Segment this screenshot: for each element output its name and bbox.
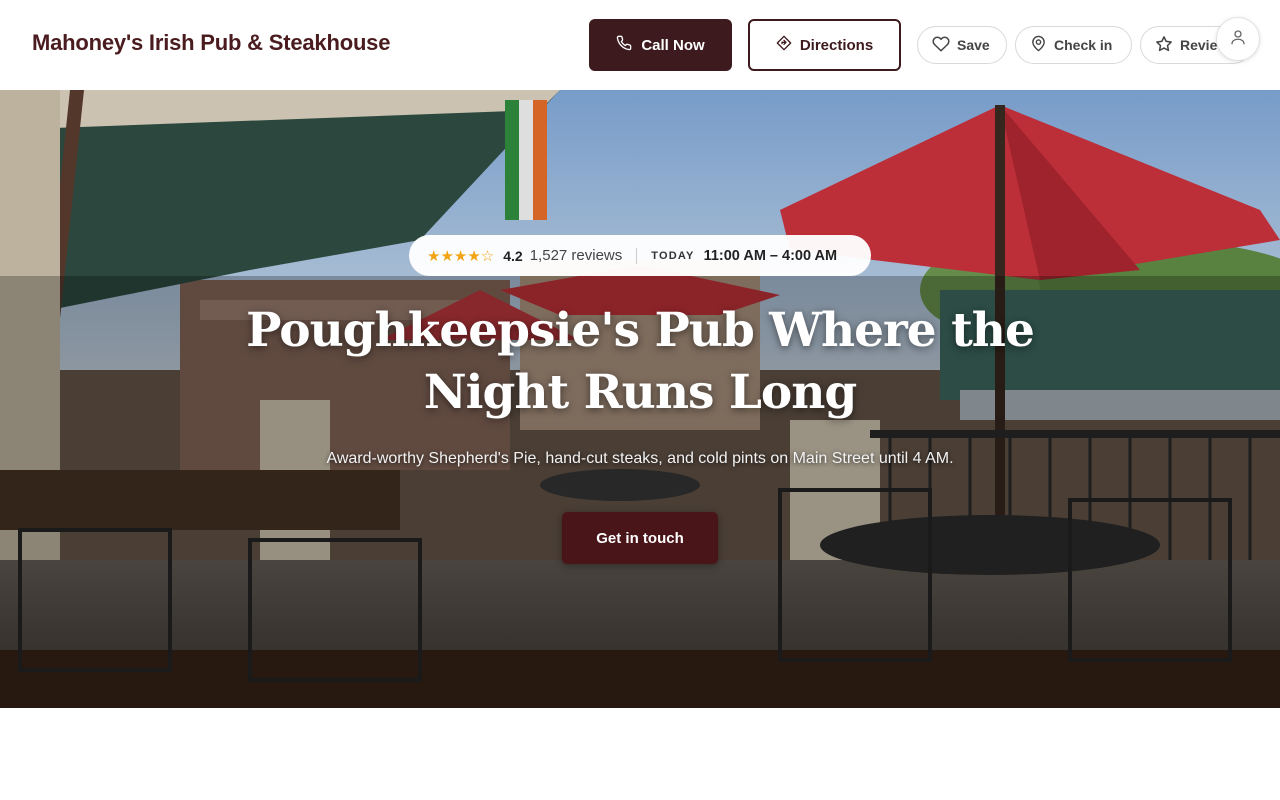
call-now-label: Call Now: [641, 36, 705, 54]
call-now-button[interactable]: Call Now: [589, 19, 732, 71]
get-in-touch-button[interactable]: Get in touch: [562, 512, 718, 564]
divider: [636, 247, 638, 264]
review-count[interactable]: 1,527 reviews: [530, 247, 623, 264]
rating-value: 4.2: [503, 247, 523, 264]
location-pin-icon: [1030, 35, 1047, 55]
hero-subtitle: Award-worthy Shepherd's Pie, hand-cut st…: [326, 450, 954, 467]
brand-name[interactable]: Mahoney's Irish Pub & Steakhouse: [32, 30, 390, 56]
hero-section: ★★★★☆ 4.2 1,527 reviews TODAY 11:00 AM –…: [0, 90, 1280, 708]
save-label: Save: [957, 37, 990, 53]
check-in-button[interactable]: Check in: [1015, 26, 1132, 64]
today-label: TODAY: [651, 249, 695, 262]
save-button[interactable]: Save: [917, 26, 1007, 64]
heart-icon: [932, 35, 950, 56]
check-in-label: Check in: [1054, 37, 1113, 53]
account-button[interactable]: [1216, 17, 1260, 61]
user-icon: [1229, 28, 1247, 51]
star-rating-icons: ★★★★☆: [427, 247, 495, 265]
phone-icon: [616, 35, 632, 55]
hero-title: Poughkeepsie's Pub Where the Night Runs …: [246, 303, 1035, 420]
directions-button[interactable]: Directions: [748, 19, 901, 71]
opening-hours: 11:00 AM – 4:00 AM: [703, 247, 838, 264]
site-header: Mahoney's Irish Pub & Steakhouse Call No…: [0, 0, 1280, 90]
star-icon: [1155, 35, 1173, 56]
directions-label: Directions: [799, 36, 874, 54]
rating-hours-badge: ★★★★☆ 4.2 1,527 reviews TODAY 11:00 AM –…: [409, 235, 871, 276]
directions-icon: [776, 35, 792, 55]
